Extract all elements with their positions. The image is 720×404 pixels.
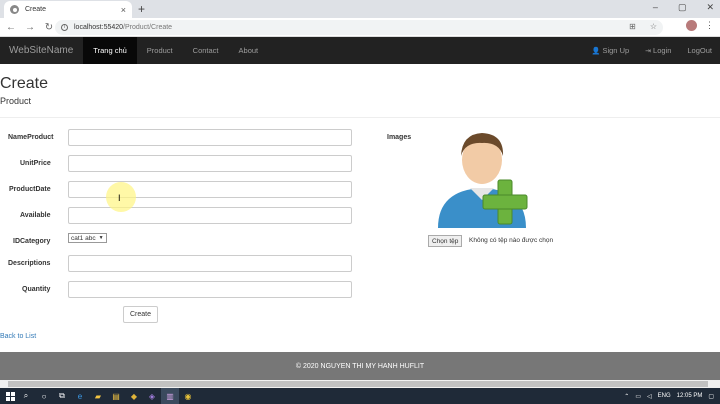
nav-item-login[interactable]: ⇥ Login: [637, 37, 679, 64]
create-button[interactable]: Create: [123, 306, 158, 323]
horizontal-scrollbar[interactable]: [0, 380, 720, 388]
cortana-icon[interactable]: ○: [35, 388, 53, 404]
footer: © 2020 NGUYEN THI MY HANH HUFLIT: [0, 352, 720, 380]
network-icon[interactable]: ▭: [635, 393, 641, 400]
nav-item-home[interactable]: Trang chủ: [83, 37, 137, 64]
text-cursor-icon: I: [118, 193, 121, 203]
category-select[interactable]: cat1 abc ▼: [68, 233, 107, 243]
description-label: Descriptions: [8, 260, 51, 267]
file-status-text: Không có tệp nào được chọn: [469, 237, 554, 244]
page-title: Create: [0, 75, 49, 92]
signup-label: Sign Up: [602, 46, 630, 55]
footer-text: © 2020 NGUYEN THI MY HANH HUFLIT: [295, 362, 425, 370]
nav-item-about[interactable]: About: [229, 37, 269, 64]
app-icon[interactable]: ◆: [125, 388, 143, 404]
omnibox-icons: ⊞ ☆: [629, 22, 657, 31]
nav-item-signup[interactable]: 👤 Sign Up: [584, 37, 637, 64]
menu-kebab-icon[interactable]: ⋮: [705, 20, 714, 31]
windows-start-icon[interactable]: [3, 388, 17, 404]
close-window-button[interactable]: ✕: [706, 2, 714, 13]
info-icon[interactable]: i: [61, 24, 68, 31]
browser-tab[interactable]: Create ×: [4, 1, 132, 18]
volume-icon[interactable]: ◁: [647, 393, 652, 400]
clock[interactable]: 12:05 PM: [677, 393, 703, 399]
available-label: Available: [20, 212, 51, 219]
site-brand[interactable]: WebSiteName: [9, 45, 73, 56]
quantity-input[interactable]: [68, 281, 352, 298]
notes-app-icon[interactable]: ▤: [107, 388, 125, 404]
new-tab-button[interactable]: +: [138, 2, 145, 16]
available-input[interactable]: [68, 207, 352, 224]
name-input[interactable]: [68, 129, 352, 146]
page-subtitle: Product: [0, 96, 32, 106]
tab-title: Create: [25, 6, 47, 13]
minimize-button[interactable]: –: [653, 2, 658, 13]
app-active-icon[interactable]: ▥: [161, 388, 179, 404]
back-to-list-link[interactable]: Back to List: [0, 333, 36, 340]
system-tray: ⌃ ▭ ◁ ENG 12:05 PM ▢: [624, 388, 714, 404]
images-label: Images: [387, 134, 412, 141]
cursor-highlight: [106, 182, 136, 212]
search-icon[interactable]: ⌕: [17, 388, 35, 404]
url-host: localhost:55420: [74, 24, 124, 31]
date-label: ProductDate: [9, 186, 51, 193]
nav-item-logout[interactable]: LogOut: [679, 37, 720, 64]
quantity-label: Quantity: [22, 286, 51, 293]
address-bar[interactable]: i localhost:55420/Product/Create ⊞ ☆: [55, 20, 663, 35]
description-input[interactable]: [68, 255, 352, 272]
login-label: Login: [653, 46, 672, 55]
choose-file-button[interactable]: Chọn tệp: [428, 235, 463, 247]
profile-avatar[interactable]: [686, 20, 697, 31]
login-icon: ⇥: [645, 47, 652, 55]
nav-item-contact[interactable]: Contact: [183, 37, 229, 64]
name-label: NameProduct: [8, 134, 54, 141]
dropdown-caret-icon: ▼: [98, 235, 104, 241]
star-icon[interactable]: ☆: [650, 22, 657, 31]
site-navbar: WebSiteName Trang chủ Product Contact Ab…: [0, 37, 720, 64]
divider: [0, 117, 720, 118]
tray-chevron-icon[interactable]: ⌃: [624, 393, 629, 400]
url-path: /Product/Create: [123, 24, 173, 31]
edge-icon[interactable]: e: [71, 388, 89, 404]
chrome-icon[interactable]: ◉: [179, 388, 197, 404]
back-arrow-icon[interactable]: ←: [3, 22, 19, 33]
notification-icon[interactable]: ▢: [708, 393, 714, 400]
price-label: UnitPrice: [20, 160, 51, 167]
browser-toolbar: ← → ↻ i localhost:55420/Product/Create ⊞…: [0, 18, 720, 37]
price-input[interactable]: [68, 155, 352, 172]
windows-taskbar: ⌕ ○ ⧉ e ▰ ▤ ◆ ◈ ▥ ◉ ⌃ ▭ ◁ ENG 12:05 PM ▢: [0, 388, 720, 404]
category-selected-value: cat1 abc: [71, 234, 96, 242]
navbar-right: 👤 Sign Up ⇥ Login LogOut: [584, 37, 720, 64]
category-label: IDCategory: [13, 238, 51, 245]
close-tab-icon[interactable]: ×: [121, 5, 126, 15]
window-controls: – ▢ ✕: [653, 2, 714, 13]
browser-tabstrip: Create × + – ▢ ✕: [0, 0, 720, 18]
file-explorer-icon[interactable]: ▰: [89, 388, 107, 404]
scrollbar-thumb[interactable]: [8, 381, 708, 387]
user-icon: 👤: [591, 47, 601, 55]
user-add-icon: [438, 133, 528, 228]
toolbar-right: ⋮: [686, 20, 714, 31]
visual-studio-icon[interactable]: ◈: [143, 388, 161, 404]
language-indicator[interactable]: ENG: [658, 393, 671, 399]
translate-icon[interactable]: ⊞: [629, 22, 636, 31]
globe-icon: [10, 5, 19, 14]
nav-item-product[interactable]: Product: [137, 37, 183, 64]
maximize-button[interactable]: ▢: [678, 2, 687, 13]
task-view-icon[interactable]: ⧉: [53, 388, 71, 404]
forward-arrow-icon[interactable]: →: [22, 22, 38, 33]
url-text: localhost:55420/Product/Create: [74, 24, 172, 31]
